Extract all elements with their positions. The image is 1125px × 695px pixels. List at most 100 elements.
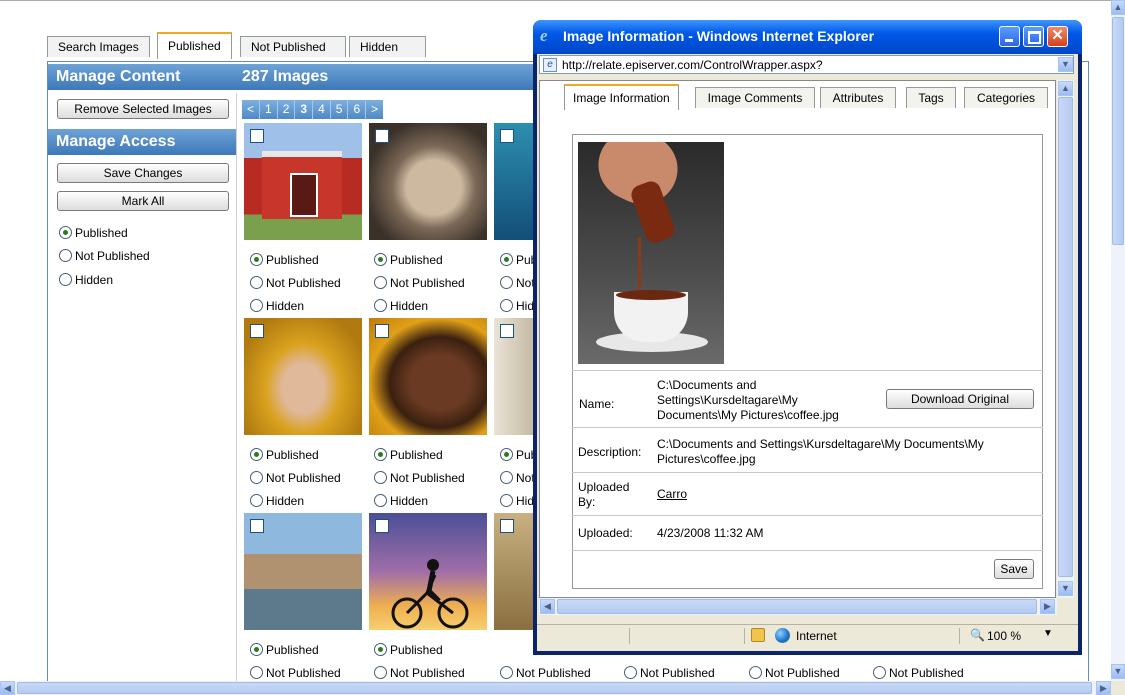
image-thumb-people[interactable] xyxy=(494,318,534,435)
scroll-down-icon[interactable]: ▼ xyxy=(1111,664,1125,679)
close-button[interactable]: ✕ xyxy=(1047,26,1068,47)
mark-all-button[interactable]: Mark All xyxy=(57,191,229,211)
tab-published[interactable]: Published xyxy=(157,32,232,59)
popup-vertical-scrollbar[interactable]: ▲ ▼ xyxy=(1057,80,1074,598)
pager-prev[interactable]: < xyxy=(242,100,261,119)
status-radio-not-published[interactable]: Not Published xyxy=(374,470,465,486)
image-select-checkbox[interactable] xyxy=(250,324,264,338)
tab-image-comments[interactable]: Image Comments xyxy=(695,87,815,108)
status-radio-published[interactable]: Published xyxy=(250,447,319,463)
zoom-icon[interactable]: 🔍 xyxy=(970,628,985,642)
image-select-checkbox[interactable] xyxy=(500,129,514,143)
tab-not-published[interactable]: Not Published xyxy=(240,36,346,57)
remove-selected-images-button[interactable]: Remove Selected Images xyxy=(57,99,229,119)
access-radio-not-published[interactable]: Not Published xyxy=(59,248,150,264)
tab-search-images[interactable]: Search Images xyxy=(47,36,150,57)
tab-attributes[interactable]: Attributes xyxy=(820,87,896,108)
image-thumb-cyclist[interactable] xyxy=(369,513,487,630)
status-radio-published[interactable]: Published xyxy=(374,447,443,463)
image-thumb-barn[interactable] xyxy=(244,123,362,240)
zoom-level[interactable]: 100 % xyxy=(987,629,1021,643)
tab-image-information[interactable]: Image Information xyxy=(564,84,679,110)
popup-horizontal-scrollbar[interactable]: ◀ ▶ xyxy=(539,598,1057,615)
image-thumb-desert[interactable] xyxy=(494,513,534,630)
status-radio-not-published[interactable]: Not Published xyxy=(500,665,591,681)
image-select-checkbox[interactable] xyxy=(375,324,389,338)
scroll-right-icon[interactable]: ▶ xyxy=(1040,599,1055,614)
image-select-checkbox[interactable] xyxy=(375,129,389,143)
status-radio-hidden[interactable]: Hidden xyxy=(500,493,534,509)
status-radio-published[interactable]: Published xyxy=(500,447,534,463)
tab-tags[interactable]: Tags xyxy=(906,87,956,108)
status-radio-published[interactable]: Published xyxy=(250,642,319,658)
scroll-up-icon[interactable]: ▲ xyxy=(1058,81,1073,96)
pager-page-6[interactable]: 6 xyxy=(348,100,367,119)
security-warning-icon[interactable] xyxy=(751,628,765,642)
download-original-button[interactable]: Download Original xyxy=(886,389,1034,409)
status-radio-hidden[interactable]: Hidden xyxy=(500,298,534,314)
scroll-left-icon[interactable]: ◀ xyxy=(540,599,555,614)
status-radio-hidden[interactable]: Hidden xyxy=(250,493,304,509)
image-select-checkbox[interactable] xyxy=(500,519,514,533)
address-dropdown-icon[interactable]: ▼ xyxy=(1058,57,1073,72)
scroll-thumb[interactable] xyxy=(557,599,1037,614)
pager-page-5[interactable]: 5 xyxy=(331,100,349,119)
status-radio-not-published[interactable]: Not Published xyxy=(250,470,341,486)
status-radio-not-published[interactable]: Not Published xyxy=(873,665,964,681)
window-title-bar[interactable]: e Image Information - Windows Internet E… xyxy=(533,20,1082,54)
scroll-up-icon[interactable]: ▲ xyxy=(1111,0,1125,15)
image-thumb-coast[interactable] xyxy=(244,513,362,630)
status-radio-not-published[interactable]: Not Published xyxy=(749,665,840,681)
scroll-down-icon[interactable]: ▼ xyxy=(1058,581,1073,596)
pager-page-3[interactable]: 3 xyxy=(295,100,314,119)
pager-next[interactable]: > xyxy=(366,100,383,119)
image-thumb-man[interactable] xyxy=(369,318,487,435)
radio-selected-icon xyxy=(250,448,263,461)
uploaded-by-link[interactable]: Carro xyxy=(657,487,687,501)
save-changes-button[interactable]: Save Changes xyxy=(57,163,229,183)
scroll-right-icon[interactable]: ▶ xyxy=(1096,681,1111,695)
image-select-checkbox[interactable] xyxy=(375,519,389,533)
status-radio-not-published[interactable]: Not Published xyxy=(624,665,715,681)
maximize-button[interactable] xyxy=(1023,26,1044,47)
status-radio-hidden[interactable]: Hidden xyxy=(374,493,428,509)
minimize-button[interactable] xyxy=(999,26,1020,47)
tab-categories[interactable]: Categories xyxy=(964,87,1048,108)
image-select-checkbox[interactable] xyxy=(250,519,264,533)
zoom-dropdown-icon[interactable]: ▼ xyxy=(1043,628,1053,639)
scroll-thumb[interactable] xyxy=(1112,17,1124,245)
status-radio-published[interactable]: Published xyxy=(374,642,443,658)
status-radio-not-published[interactable]: Not Published xyxy=(500,470,534,486)
image-select-checkbox[interactable] xyxy=(250,129,264,143)
access-radio-published[interactable]: Published xyxy=(59,225,128,241)
status-bar: Internet 🔍 100 % ▼ xyxy=(537,624,1078,647)
status-radio-not-published[interactable]: Not Published xyxy=(500,275,534,291)
save-button[interactable]: Save xyxy=(994,559,1034,579)
status-radio-hidden[interactable]: Hidden xyxy=(374,298,428,314)
scroll-thumb[interactable] xyxy=(17,682,1092,694)
status-radio-not-published[interactable]: Not Published xyxy=(374,665,465,681)
status-radio-not-published[interactable]: Not Published xyxy=(374,275,465,291)
image-thumb-ocean[interactable] xyxy=(494,123,534,240)
pager-page-4[interactable]: 4 xyxy=(313,100,331,119)
image-select-checkbox[interactable] xyxy=(500,324,514,338)
status-radio-hidden[interactable]: Hidden xyxy=(250,298,304,314)
tab-hidden[interactable]: Hidden xyxy=(349,36,426,57)
access-radio-hidden[interactable]: Hidden xyxy=(59,272,113,288)
scroll-left-icon[interactable]: ◀ xyxy=(0,681,15,695)
page-horizontal-scrollbar[interactable]: ◀ ▶ xyxy=(0,681,1111,695)
status-radio-not-published[interactable]: Not Published xyxy=(250,275,341,291)
status-radio-published[interactable]: Published xyxy=(250,252,319,268)
scroll-thumb[interactable] xyxy=(1058,97,1073,577)
radio-icon xyxy=(374,666,387,679)
pager-page-2[interactable]: 2 xyxy=(278,100,296,119)
status-radio-published[interactable]: Published xyxy=(374,252,443,268)
status-radio-published[interactable]: Published xyxy=(500,252,534,268)
status-radio-not-published[interactable]: Not Published xyxy=(250,665,341,681)
address-bar[interactable]: e http://relate.episerver.com/ControlWra… xyxy=(539,55,1074,74)
image-thumb-fisherman[interactable] xyxy=(244,318,362,435)
image-thumb-child[interactable] xyxy=(369,123,487,240)
row-divider xyxy=(572,550,1043,551)
pager-page-1[interactable]: 1 xyxy=(260,100,278,119)
page-vertical-scrollbar[interactable]: ▲ ▼ xyxy=(1111,0,1125,681)
